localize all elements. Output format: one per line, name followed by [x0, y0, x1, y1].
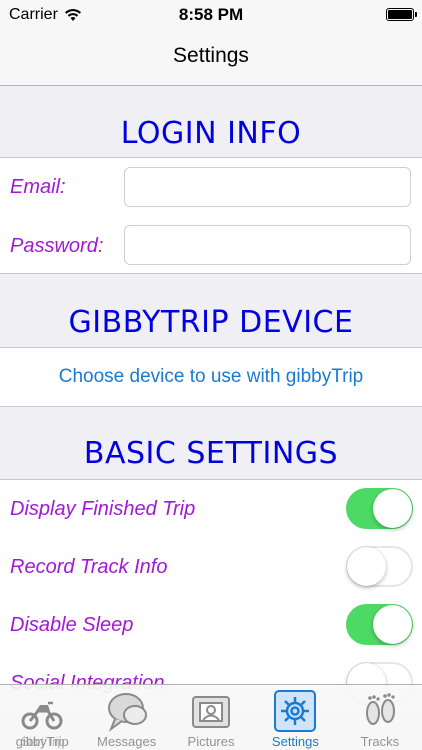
- password-field[interactable]: [124, 225, 411, 265]
- basic-settings-header: BASIC SETTINGS: [83, 436, 339, 471]
- setting-row-record-track-info: Record Track Info: [0, 538, 422, 596]
- tab-label-overlap: Start Trip: [20, 734, 65, 749]
- status-time: 8:58 PM: [178, 5, 244, 24]
- setting-row-disable-sleep: Disable Sleep: [0, 596, 422, 654]
- setting-label: Display Finished Trip: [10, 498, 196, 520]
- gibbytrip-device-header: GIBBYTRIP DEVICE: [68, 305, 354, 340]
- login-info-header: LOGIN INFO: [120, 116, 302, 151]
- gear-icon: [273, 689, 317, 733]
- tab-label: Pictures: [187, 734, 235, 749]
- record-track-info-toggle[interactable]: [346, 546, 413, 587]
- tab-label: Messages: [96, 734, 157, 749]
- tab-bar: gibbyTrip Start Trip Messages Pictures S…: [0, 684, 422, 750]
- tab-settings[interactable]: Settings: [253, 685, 337, 750]
- setting-label: Disable Sleep: [10, 614, 134, 636]
- email-field[interactable]: [124, 167, 411, 207]
- password-label: Password:: [10, 235, 104, 257]
- setting-row-display-finished-trip: Display Finished Trip: [0, 480, 422, 538]
- email-row: Email:: [0, 158, 422, 215]
- tab-label: Settings: [271, 734, 319, 749]
- motorcycle-icon: [20, 689, 64, 733]
- photo-frame-icon: [189, 689, 233, 733]
- tab-tracks[interactable]: Tracks: [338, 685, 422, 750]
- status-bar: Carrier 8:58 PM: [0, 0, 422, 30]
- footprints-icon: [358, 689, 402, 733]
- tab-gibbytrip[interactable]: gibbyTrip Start Trip: [0, 685, 84, 750]
- display-finished-trip-toggle[interactable]: [346, 488, 413, 529]
- setting-label: Record Track Info: [10, 556, 168, 578]
- tab-messages[interactable]: Messages: [84, 685, 168, 750]
- email-label: Email:: [10, 176, 66, 198]
- tab-pictures[interactable]: Pictures: [169, 685, 253, 750]
- navigation-bar: Settings: [0, 30, 422, 86]
- password-row: Password:: [0, 215, 422, 273]
- choose-device-row[interactable]: Choose device to use with gibbyTrip: [0, 348, 422, 406]
- page-title: Settings: [173, 44, 249, 67]
- battery-icon: [386, 8, 417, 21]
- chat-bubbles-icon: [105, 689, 149, 733]
- disable-sleep-toggle[interactable]: [346, 604, 413, 645]
- tab-label: Tracks: [360, 734, 400, 749]
- choose-device-link[interactable]: Choose device to use with gibbyTrip: [0, 366, 422, 388]
